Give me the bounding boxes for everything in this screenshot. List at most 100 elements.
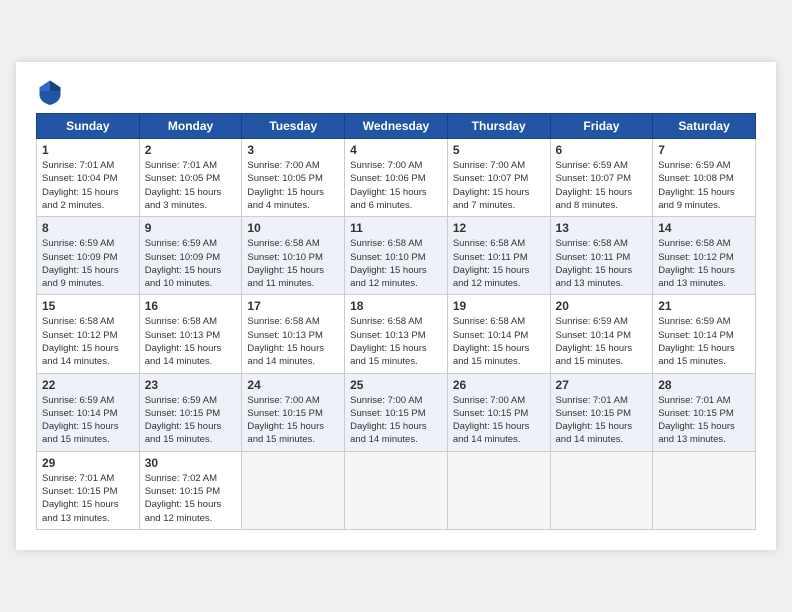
day-number: 18 — [350, 299, 442, 313]
day-info: Sunrise: 6:58 AMSunset: 10:11 PMDaylight… — [556, 237, 648, 290]
calendar-cell: 9 Sunrise: 6:59 AMSunset: 10:09 PMDayligh… — [139, 217, 242, 295]
day-number: 20 — [556, 299, 648, 313]
day-number: 15 — [42, 299, 134, 313]
col-wednesday: Wednesday — [345, 114, 448, 139]
day-number: 8 — [42, 221, 134, 235]
calendar-cell: 8 Sunrise: 6:59 AMSunset: 10:09 PMDayligh… — [37, 217, 140, 295]
day-info: Sunrise: 7:00 AMSunset: 10:06 PMDaylight… — [350, 159, 442, 212]
day-number: 14 — [658, 221, 750, 235]
day-info: Sunrise: 6:59 AMSunset: 10:08 PMDaylight… — [658, 159, 750, 212]
day-info: Sunrise: 7:01 AMSunset: 10:15 PMDaylight… — [658, 394, 750, 447]
week-row-1: 1 Sunrise: 7:01 AMSunset: 10:04 PMDayligh… — [37, 139, 756, 217]
calendar-cell: 10 Sunrise: 6:58 AMSunset: 10:10 PMDaylig… — [242, 217, 345, 295]
day-info: Sunrise: 7:00 AMSunset: 10:15 PMDaylight… — [350, 394, 442, 447]
calendar-cell: 5Sunrise: 7:00 AMSunset: 10:07 PMDayligh… — [447, 139, 550, 217]
calendar-cell — [653, 451, 756, 529]
day-info: Sunrise: 6:58 AMSunset: 10:13 PMDaylight… — [350, 315, 442, 368]
day-number: 7 — [658, 143, 750, 157]
calendar-cell — [242, 451, 345, 529]
col-tuesday: Tuesday — [242, 114, 345, 139]
day-number: 21 — [658, 299, 750, 313]
day-info: Sunrise: 6:58 AMSunset: 10:14 PMDaylight… — [453, 315, 545, 368]
day-info: Sunrise: 6:59 AMSunset: 10:15 PMDaylight… — [145, 394, 237, 447]
calendar-cell: 12 Sunrise: 6:58 AMSunset: 10:11 PMDaylig… — [447, 217, 550, 295]
day-number: 6 — [556, 143, 648, 157]
day-info: Sunrise: 6:59 AMSunset: 10:09 PMDaylight… — [42, 237, 134, 290]
day-info: Sunrise: 6:59 AMSunset: 10:14 PMDaylight… — [42, 394, 134, 447]
day-number: 27 — [556, 378, 648, 392]
calendar-cell: 22Sunrise: 6:59 AMSunset: 10:14 PMDaylig… — [37, 373, 140, 451]
header-row: Sunday Monday Tuesday Wednesday Thursday… — [37, 114, 756, 139]
day-info: Sunrise: 6:58 AMSunset: 10:13 PMDaylight… — [247, 315, 339, 368]
day-info: Sunrise: 6:59 AMSunset: 10:07 PMDaylight… — [556, 159, 648, 212]
calendar-cell: 2Sunrise: 7:01 AMSunset: 10:05 PMDayligh… — [139, 139, 242, 217]
calendar-cell: 27 Sunrise: 7:01 AMSunset: 10:15 PMDaylig… — [550, 373, 653, 451]
calendar-cell: 17 Sunrise: 6:58 AMSunset: 10:13 PMDaylig… — [242, 295, 345, 373]
calendar-cell: 28 Sunrise: 7:01 AMSunset: 10:15 PMDaylig… — [653, 373, 756, 451]
day-info: Sunrise: 7:01 AMSunset: 10:04 PMDaylight… — [42, 159, 134, 212]
week-row-3: 15Sunrise: 6:58 AMSunset: 10:12 PMDaylig… — [37, 295, 756, 373]
day-info: Sunrise: 7:00 AMSunset: 10:07 PMDaylight… — [453, 159, 545, 212]
day-info: Sunrise: 6:58 AMSunset: 10:11 PMDaylight… — [453, 237, 545, 290]
day-number: 23 — [145, 378, 237, 392]
day-number: 13 — [556, 221, 648, 235]
week-row-4: 22Sunrise: 6:59 AMSunset: 10:14 PMDaylig… — [37, 373, 756, 451]
week-row-5: 29 Sunrise: 7:01 AMSunset: 10:15 PMDaylig… — [37, 451, 756, 529]
col-saturday: Saturday — [653, 114, 756, 139]
calendar-cell: 18 Sunrise: 6:58 AMSunset: 10:13 PMDaylig… — [345, 295, 448, 373]
calendar-cell: 20 Sunrise: 6:59 AMSunset: 10:14 PMDaylig… — [550, 295, 653, 373]
calendar-cell: 23 Sunrise: 6:59 AMSunset: 10:15 PMDaylig… — [139, 373, 242, 451]
day-number: 2 — [145, 143, 237, 157]
day-number: 16 — [145, 299, 237, 313]
calendar-cell: 21 Sunrise: 6:59 AMSunset: 10:14 PMDaylig… — [653, 295, 756, 373]
col-thursday: Thursday — [447, 114, 550, 139]
day-info: Sunrise: 6:59 AMSunset: 10:14 PMDaylight… — [556, 315, 648, 368]
calendar-cell: 7 Sunrise: 6:59 AMSunset: 10:08 PMDayligh… — [653, 139, 756, 217]
day-info: Sunrise: 7:00 AMSunset: 10:05 PMDaylight… — [247, 159, 339, 212]
day-info: Sunrise: 7:01 AMSunset: 10:15 PMDaylight… — [556, 394, 648, 447]
calendar-cell: 19 Sunrise: 6:58 AMSunset: 10:14 PMDaylig… — [447, 295, 550, 373]
calendar-cell: 30 Sunrise: 7:02 AMSunset: 10:15 PMDaylig… — [139, 451, 242, 529]
day-number: 9 — [145, 221, 237, 235]
calendar-cell: 15Sunrise: 6:58 AMSunset: 10:12 PMDaylig… — [37, 295, 140, 373]
day-number: 19 — [453, 299, 545, 313]
day-info: Sunrise: 6:59 AMSunset: 10:09 PMDaylight… — [145, 237, 237, 290]
header — [36, 77, 756, 105]
day-info: Sunrise: 6:58 AMSunset: 10:13 PMDaylight… — [145, 315, 237, 368]
calendar-cell — [550, 451, 653, 529]
calendar-cell: 29 Sunrise: 7:01 AMSunset: 10:15 PMDaylig… — [37, 451, 140, 529]
day-info: Sunrise: 6:58 AMSunset: 10:10 PMDaylight… — [247, 237, 339, 290]
calendar-cell: 1 Sunrise: 7:01 AMSunset: 10:04 PMDayligh… — [37, 139, 140, 217]
calendar-cell: 25 Sunrise: 7:00 AMSunset: 10:15 PMDaylig… — [345, 373, 448, 451]
day-number: 1 — [42, 143, 134, 157]
day-number: 4 — [350, 143, 442, 157]
calendar-cell: 3 Sunrise: 7:00 AMSunset: 10:05 PMDayligh… — [242, 139, 345, 217]
day-number: 29 — [42, 456, 134, 470]
day-info: Sunrise: 7:00 AMSunset: 10:15 PMDaylight… — [453, 394, 545, 447]
calendar-grid: Sunday Monday Tuesday Wednesday Thursday… — [36, 113, 756, 530]
day-number: 12 — [453, 221, 545, 235]
logo — [36, 77, 68, 105]
calendar-cell: 6 Sunrise: 6:59 AMSunset: 10:07 PMDayligh… — [550, 139, 653, 217]
day-info: Sunrise: 7:01 AMSunset: 10:15 PMDaylight… — [42, 472, 134, 525]
day-number: 26 — [453, 378, 545, 392]
day-info: Sunrise: 6:58 AMSunset: 10:10 PMDaylight… — [350, 237, 442, 290]
day-info: Sunrise: 7:00 AMSunset: 10:15 PMDaylight… — [247, 394, 339, 447]
day-number: 28 — [658, 378, 750, 392]
calendar-cell — [345, 451, 448, 529]
day-info: Sunrise: 6:59 AMSunset: 10:14 PMDaylight… — [658, 315, 750, 368]
col-sunday: Sunday — [37, 114, 140, 139]
day-number: 10 — [247, 221, 339, 235]
day-info: Sunrise: 6:58 AMSunset: 10:12 PMDaylight… — [658, 237, 750, 290]
calendar-cell — [447, 451, 550, 529]
col-friday: Friday — [550, 114, 653, 139]
day-number: 25 — [350, 378, 442, 392]
day-info: Sunrise: 7:02 AMSunset: 10:15 PMDaylight… — [145, 472, 237, 525]
calendar-cell: 26 Sunrise: 7:00 AMSunset: 10:15 PMDaylig… — [447, 373, 550, 451]
calendar-cell: 13 Sunrise: 6:58 AMSunset: 10:11 PMDaylig… — [550, 217, 653, 295]
calendar-container: Sunday Monday Tuesday Wednesday Thursday… — [16, 62, 776, 550]
day-number: 30 — [145, 456, 237, 470]
day-number: 17 — [247, 299, 339, 313]
day-number: 3 — [247, 143, 339, 157]
day-number: 24 — [247, 378, 339, 392]
